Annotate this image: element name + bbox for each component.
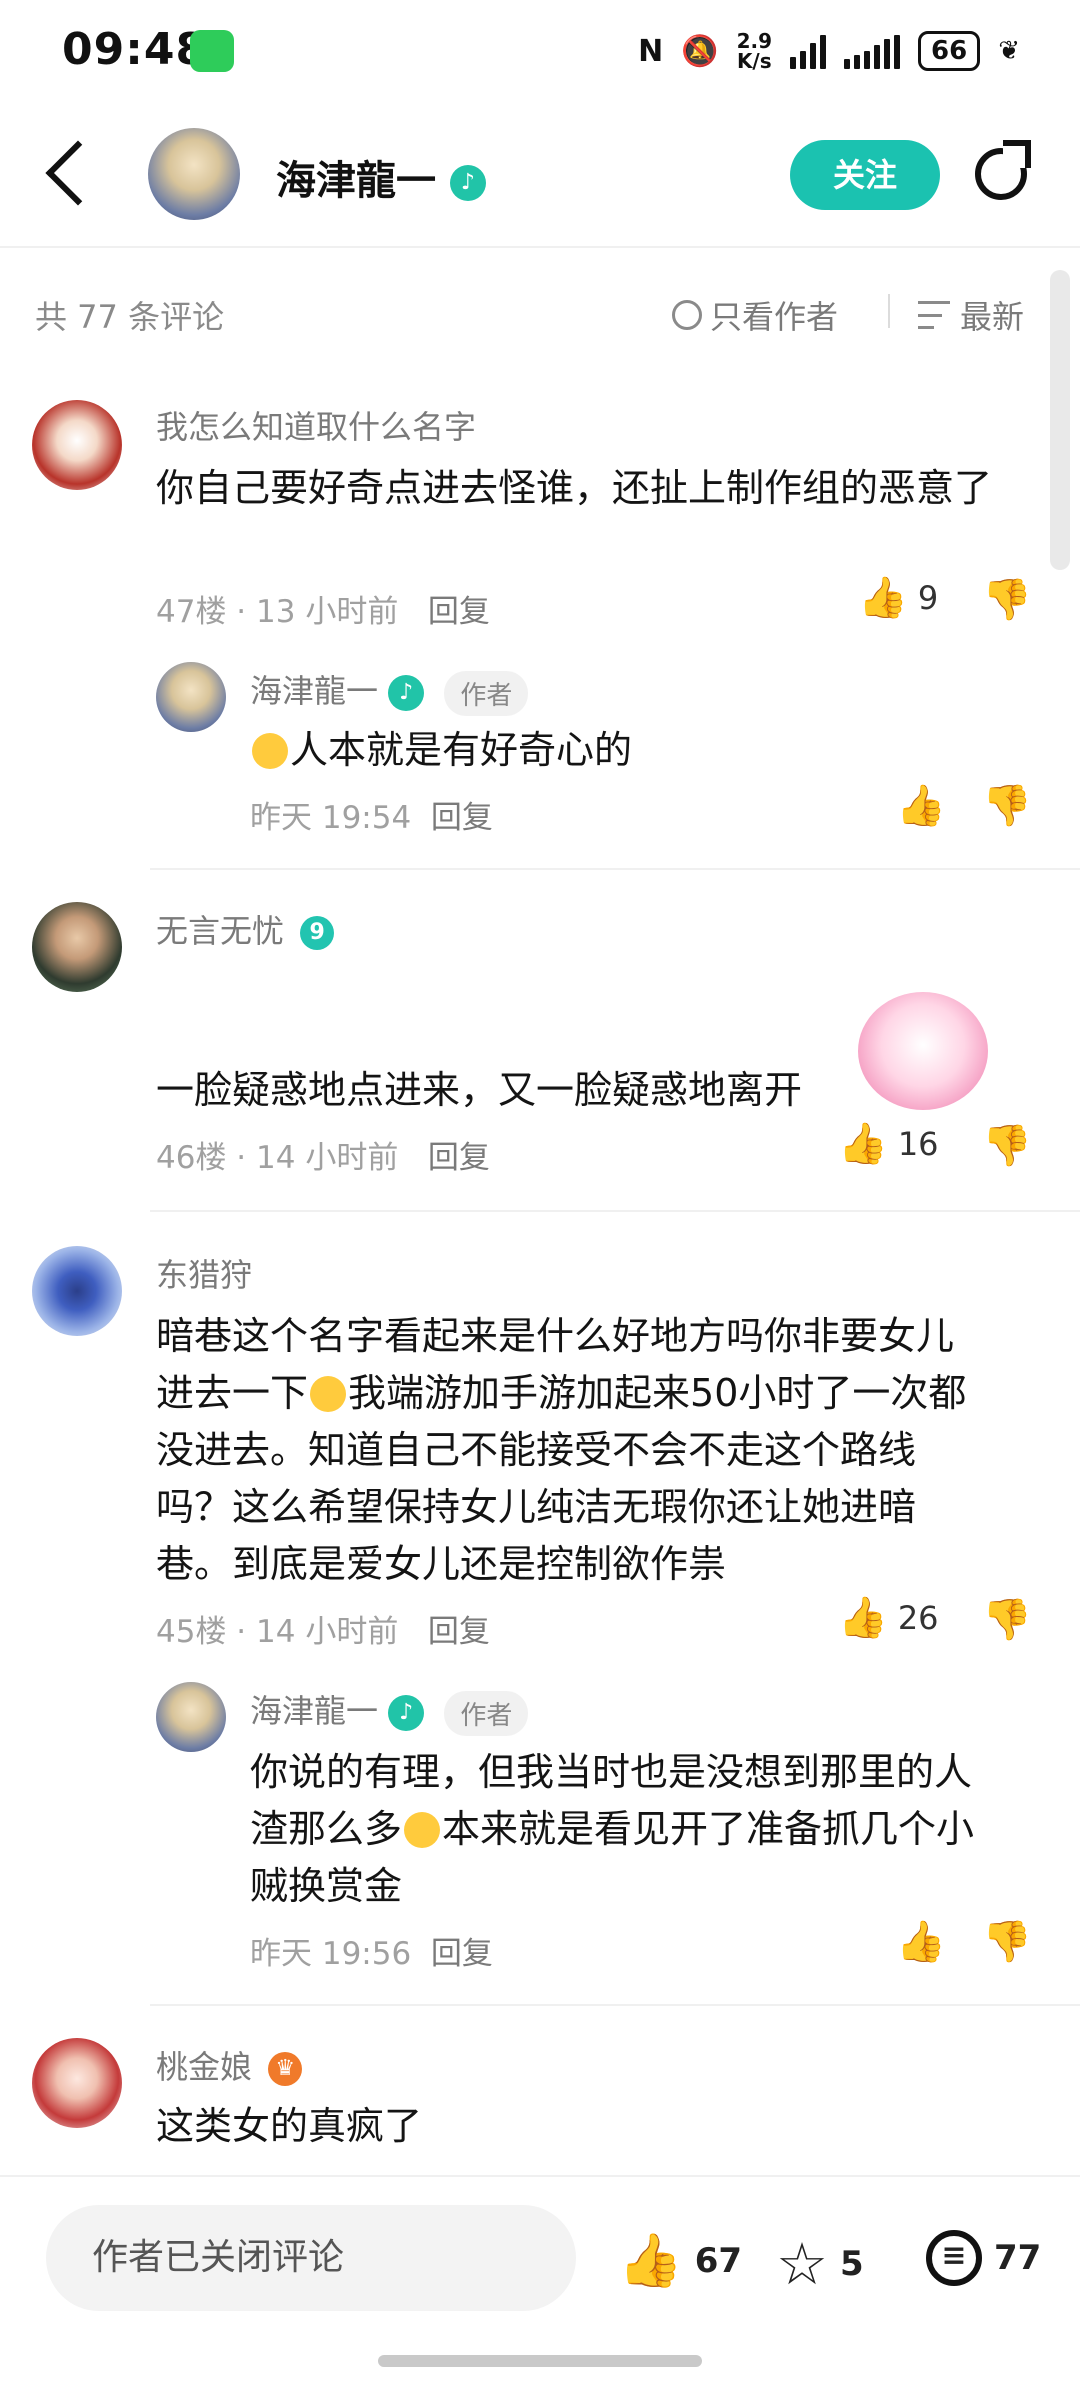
reply-button[interactable]: 回复 — [431, 1936, 493, 1972]
status-icons: N 🔕 2.9 K/s 66 ❦ — [638, 28, 1020, 74]
author-avatar[interactable] — [148, 128, 240, 220]
avatar[interactable] — [32, 2038, 122, 2128]
divider — [0, 246, 1080, 248]
divider — [888, 294, 890, 328]
comment-input-disabled[interactable]: 作者已关闭评论 — [46, 2205, 576, 2311]
status-bar: 09:48 N 🔕 2.9 K/s 66 ❦ — [0, 0, 1080, 110]
divider — [150, 2004, 1080, 2006]
avatar[interactable] — [32, 400, 122, 490]
comment-username[interactable]: 我怎么知道取什么名字 — [156, 402, 476, 448]
sort-icon — [918, 301, 950, 329]
thumbs-up-icon: 👍 — [838, 1595, 888, 1641]
crying-emoji-icon — [252, 733, 288, 769]
radio-circle-icon — [672, 300, 702, 330]
comment-username[interactable]: 无言无忧 9 — [156, 906, 335, 952]
level-badge: 9 — [300, 916, 335, 950]
reply-button[interactable]: 回复 — [428, 1140, 490, 1176]
reply-button[interactable]: 回复 — [428, 1614, 490, 1650]
net-speed: 2.9 K/s — [736, 29, 773, 73]
like-count: 26 — [897, 1599, 939, 1637]
author-tag: 作者 — [444, 670, 529, 716]
author-tag: 作者 — [444, 1690, 529, 1736]
like-button[interactable]: 👍 9 — [858, 578, 938, 618]
reply-username[interactable]: 海津龍一 ♪ 作者 — [250, 666, 529, 716]
sort-label: 最新 — [960, 298, 1025, 336]
reply-button[interactable]: 回复 — [428, 594, 490, 630]
verified-music-icon: ♪ — [388, 675, 425, 711]
reply-username[interactable]: 海津龍一 ♪ 作者 — [250, 1686, 529, 1736]
bottom-comment-button[interactable]: ≡ 77 — [926, 2230, 1041, 2286]
thumbs-down-icon[interactable]: 👎 — [982, 1922, 1032, 1962]
author-name[interactable]: 海津龍一 ♪ — [276, 148, 486, 206]
back-icon[interactable] — [45, 140, 111, 206]
status-time: 09:48 — [62, 24, 208, 75]
battery-icon: 66 — [918, 31, 981, 71]
reply-meta: 昨天 19:56 回复 — [250, 1936, 493, 1972]
reply-text: 你说的有理，但我当时也是没想到那里的人 渣那么多 本来就是看见开了准备抓几个小 贼… — [250, 1750, 975, 1908]
comment-username[interactable]: 桃金娘 ♛ — [156, 2042, 303, 2088]
leaf-icon: ❦ — [998, 36, 1020, 66]
reply-avatar[interactable] — [156, 1682, 226, 1752]
comment-meta: 45楼 · 14 小时前 回复 — [156, 1614, 490, 1650]
bottom-favorite-count: 5 — [840, 2244, 864, 2284]
thumbs-down-icon[interactable]: 👎 — [982, 1126, 1032, 1166]
comment-text: 暗巷这个名字看起来是什么好地方吗你非要女儿 进去一下 我端游加手游加起来50小时了… — [156, 1314, 967, 1586]
comment-meta: 46楼 · 14 小时前 回复 — [156, 1140, 490, 1176]
bell-off-icon: 🔕 — [681, 33, 719, 69]
signal-2-icon — [844, 33, 901, 69]
thumbs-up-icon: 👍 — [838, 1121, 888, 1167]
chat-bubble-icon: ≡ — [926, 2230, 982, 2286]
comment-text: 这类女的真疯了 — [156, 2104, 423, 2148]
reply-meta: 昨天 19:54 回复 — [250, 800, 493, 836]
trophy-badge-icon: ♛ — [268, 2052, 303, 2086]
crying-emoji-icon — [404, 1812, 441, 1848]
verified-music-icon: ♪ — [388, 1695, 425, 1731]
home-indicator[interactable] — [378, 2355, 702, 2367]
like-count: 9 — [917, 579, 939, 617]
thumbs-up-icon[interactable]: 👍 — [896, 1922, 946, 1962]
reply-button[interactable]: 回复 — [431, 800, 493, 836]
sort-newest-button[interactable]: 最新 — [918, 292, 1024, 338]
like-count: 16 — [897, 1125, 939, 1163]
share-arrow-icon — [1003, 140, 1031, 168]
bottom-like-count: 67 — [694, 2240, 743, 2281]
like-button[interactable]: 👍 16 — [838, 1124, 939, 1164]
anime-sticker — [858, 992, 988, 1110]
thumbs-up-icon: 👍 — [858, 575, 908, 621]
thumbs-down-icon[interactable]: 👎 — [982, 580, 1032, 620]
thumbs-down-icon[interactable]: 👎 — [982, 786, 1032, 826]
verified-music-icon: ♪ — [449, 165, 486, 201]
signal-icon — [790, 33, 827, 69]
nfc-icon: N — [638, 33, 664, 69]
comment-count: 共 77 条评论 — [35, 298, 225, 336]
smirk-emoji-icon — [310, 1376, 347, 1412]
avatar[interactable] — [32, 902, 122, 992]
comment-text: 你自己要好奇点进去怪谁，还扯上制作组的恶意了 — [156, 466, 993, 510]
thumbs-up-icon: 👍 — [618, 2231, 683, 2291]
wechat-icon — [190, 30, 234, 72]
like-button[interactable]: 👍 26 — [838, 1598, 939, 1638]
avatar[interactable] — [32, 1246, 122, 1336]
reply-avatar[interactable] — [156, 662, 226, 732]
star-icon: ☆ — [776, 2230, 828, 2298]
comment-text: 一脸疑惑地点进来，又一脸疑惑地离开 — [156, 1068, 803, 1112]
divider — [150, 1210, 1080, 1212]
bottom-comment-count: 77 — [994, 2238, 1042, 2278]
only-author-toggle[interactable]: 只看作者 — [672, 292, 838, 338]
bottom-like-button[interactable]: 👍 67 — [618, 2230, 742, 2291]
reply-text: 人本就是有好奇心的 — [250, 722, 632, 779]
only-author-label: 只看作者 — [710, 298, 839, 336]
divider — [150, 868, 1080, 870]
thumbs-down-icon[interactable]: 👎 — [982, 1600, 1032, 1640]
bottom-favorite-button[interactable]: ☆ 5 — [776, 2230, 864, 2298]
author-name-text: 海津龍一 — [276, 158, 436, 204]
comment-meta: 47楼 · 13 小时前 回复 — [156, 594, 490, 630]
follow-button[interactable]: 关注 — [790, 140, 940, 210]
scrollbar[interactable] — [1050, 270, 1070, 570]
comment-username[interactable]: 东猎狩 — [156, 1250, 252, 1296]
thumbs-up-icon[interactable]: 👍 — [896, 786, 946, 826]
